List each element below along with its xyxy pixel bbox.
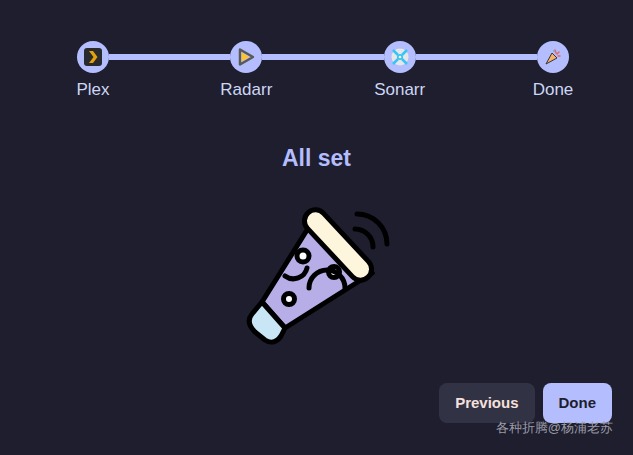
- step-connector: [262, 54, 383, 60]
- step[interactable]: Plex: [61, 41, 125, 101]
- step-connector: [416, 54, 537, 60]
- step[interactable]: Done: [521, 41, 585, 101]
- step-label: Radarr: [220, 79, 272, 101]
- step-circle: [384, 41, 416, 73]
- step-circle: [77, 41, 109, 73]
- step-connector: [109, 54, 230, 60]
- button-row: PreviousDone: [0, 383, 633, 423]
- step-circle: [537, 41, 569, 73]
- step-label: Plex: [76, 79, 109, 101]
- setup-wizard: PlexRadarrSonarrDoneAll setPreviousDone各…: [0, 0, 633, 455]
- radarr-icon: [236, 47, 256, 67]
- step[interactable]: Sonarr: [368, 41, 432, 101]
- step-label: Sonarr: [374, 79, 425, 101]
- party-popper-icon: [237, 196, 397, 356]
- step-label: Done: [533, 79, 574, 101]
- step[interactable]: Radarr: [214, 41, 278, 101]
- plex-icon: [83, 47, 103, 67]
- watermark: 各种折腾@杨浦老苏: [496, 419, 613, 437]
- illustration: [0, 196, 633, 356]
- previous-button[interactable]: Previous: [439, 383, 534, 423]
- step-circle: [230, 41, 262, 73]
- title: All set: [0, 144, 633, 172]
- sonarr-icon: [390, 47, 410, 67]
- stepper: Plex Radarr Sonarr Done: [0, 0, 633, 101]
- done-button[interactable]: Done: [543, 383, 613, 423]
- party-popper-icon: [543, 47, 563, 67]
